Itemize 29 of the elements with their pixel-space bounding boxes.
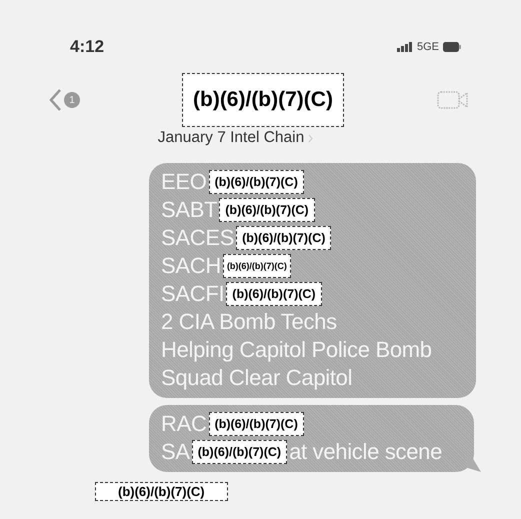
message-text: Helping Capitol Police Bomb	[161, 337, 432, 363]
signal-icon	[396, 42, 413, 52]
message-text: at vehicle scene	[289, 439, 442, 465]
redaction-label: (b)(6)/(b)(7)(C)	[95, 482, 228, 501]
message-text: SACES	[161, 225, 234, 251]
message-text: EEO	[161, 169, 207, 195]
redaction-label: (b)(6)/(b)(7)(C)	[222, 254, 291, 278]
battery-icon	[443, 42, 461, 52]
back-chevron-icon[interactable]	[48, 88, 62, 112]
chat-subtitle[interactable]: January 7 Intel Chain	[158, 129, 304, 147]
redaction-label: (b)(6)/(b)(7)(C)	[226, 282, 322, 306]
redaction-label: (b)(6)/(b)(7)(C)	[182, 73, 344, 127]
redaction-label: (b)(6)/(b)(7)(C)	[236, 226, 332, 250]
redaction-label: (b)(6)/(b)(7)(C)	[192, 440, 288, 464]
redaction-label: (b)(6)/(b)(7)(C)	[219, 198, 315, 222]
network-label: 5GE	[416, 41, 439, 53]
video-camera-icon[interactable]	[437, 90, 469, 110]
message-text: 2 CIA Bomb Techs	[161, 309, 337, 335]
message-text: RAC	[161, 411, 207, 437]
chevron-icon	[308, 134, 314, 142]
redaction-label: (b)(6)/(b)(7)(C)	[208, 170, 304, 194]
message-text: Squad Clear Capitol	[161, 365, 352, 391]
redaction-label: (b)(6)/(b)(7)(C)	[208, 412, 304, 436]
message-text: SACH	[161, 253, 221, 279]
status-time: 4:12	[70, 37, 106, 57]
message-text: SA	[161, 439, 190, 465]
unread-badge: 1	[64, 92, 80, 108]
message-text: SACFI	[161, 281, 224, 307]
message-text: SABT	[161, 197, 218, 223]
